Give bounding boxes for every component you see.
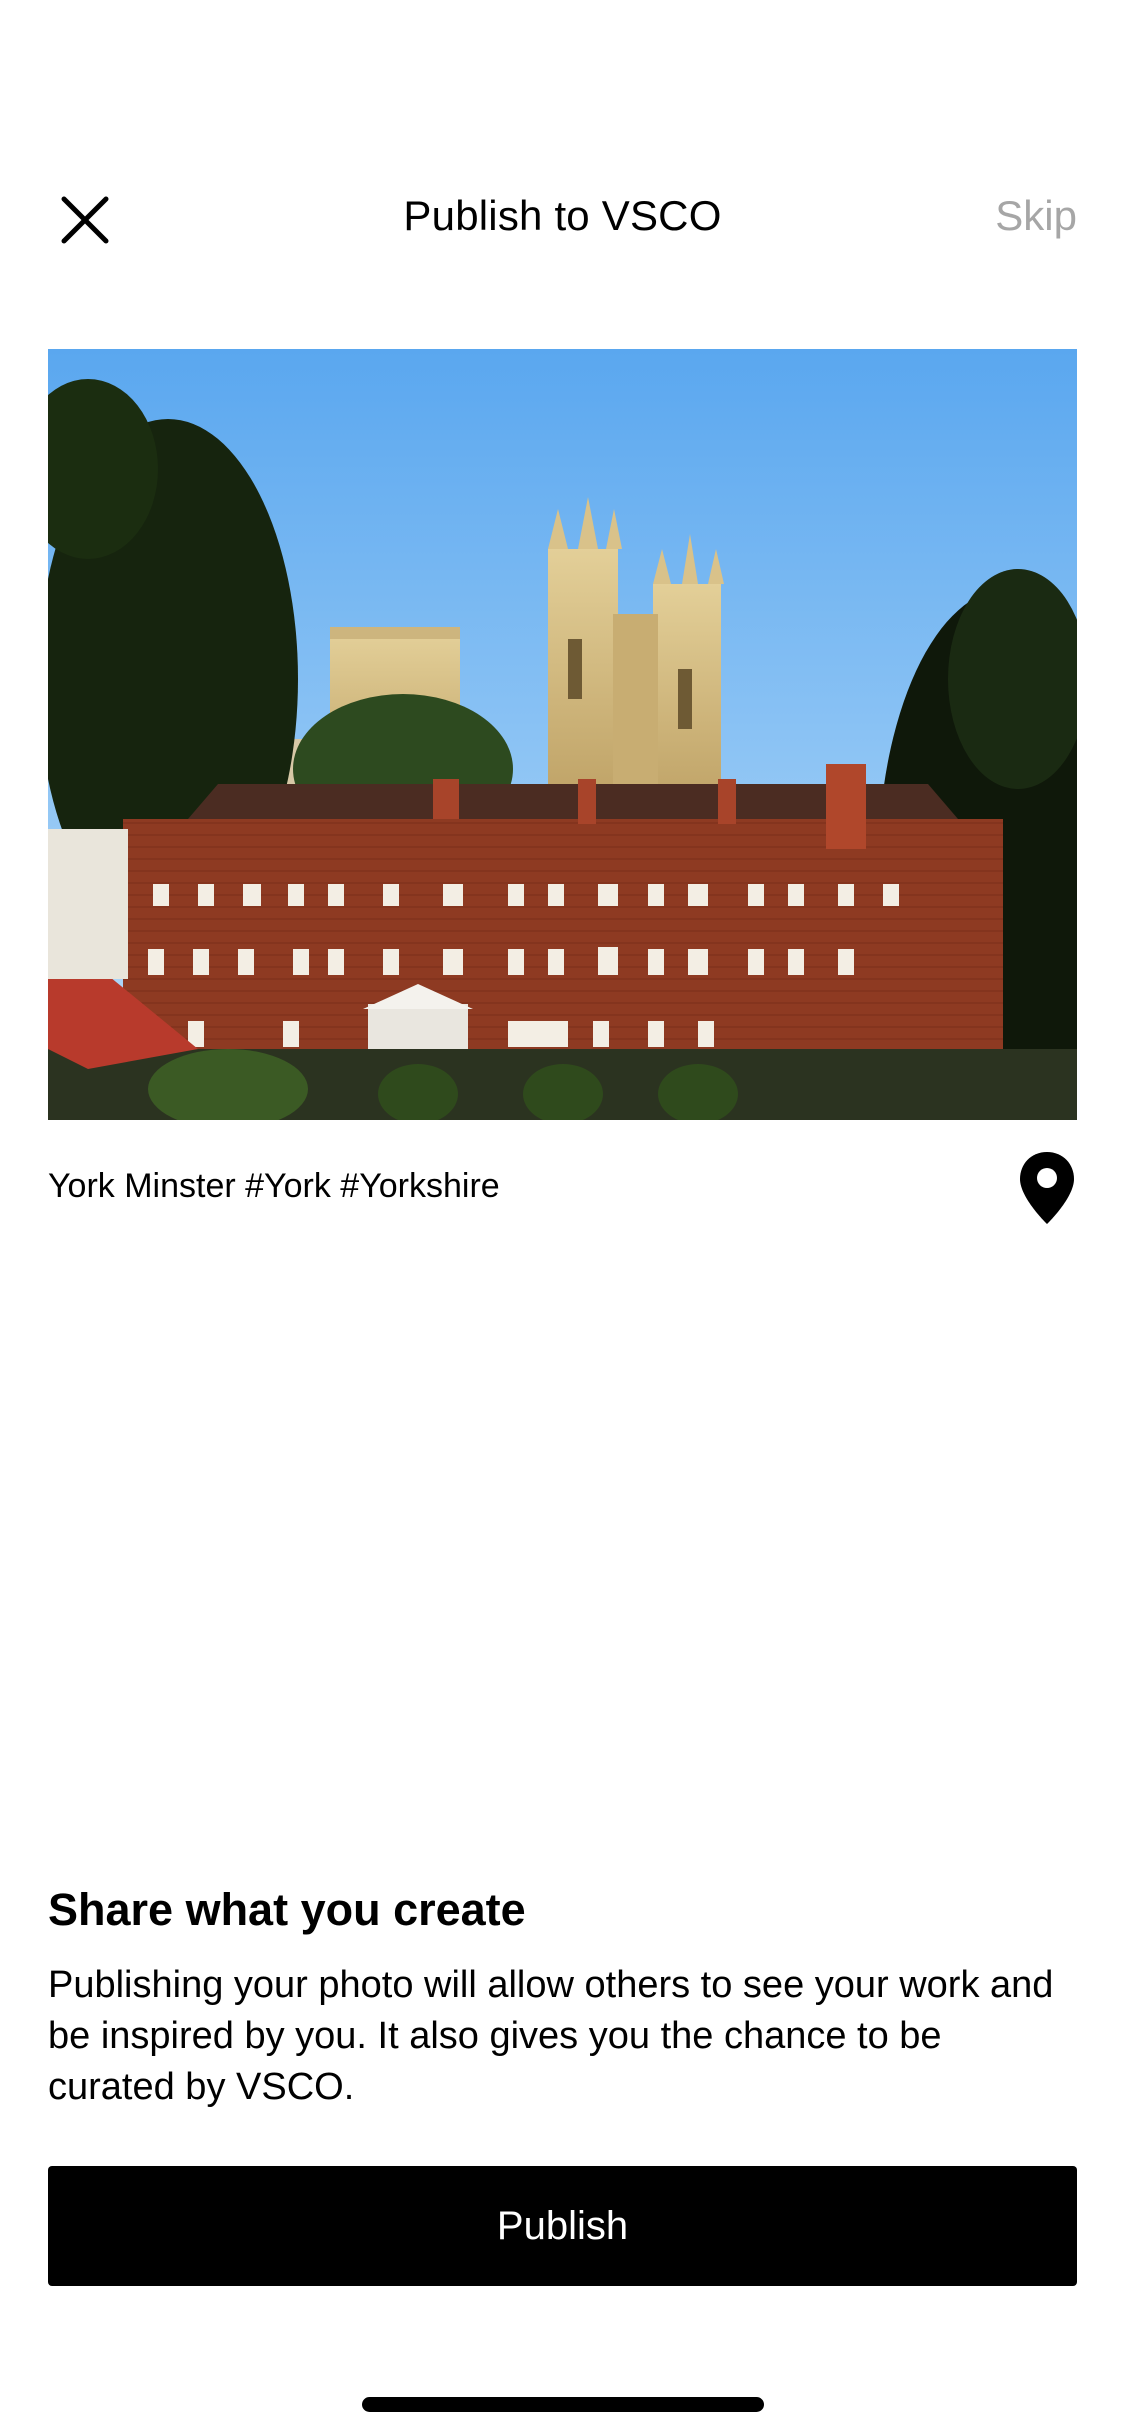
caption-input[interactable]: York Minster #York #Yorkshire [48,1164,500,1208]
location-pin-icon [1020,1152,1074,1224]
skip-button[interactable]: Skip [995,188,1077,244]
header-bar: Publish to VSCO Skip [0,160,1125,270]
home-indicator[interactable] [362,2397,764,2412]
share-info: Share what you create Publishing your ph… [48,1880,1077,2113]
publish-button[interactable]: Publish [48,2166,1077,2286]
photo-preview [48,349,1077,1120]
share-description: Publishing your photo will allow others … [48,1964,1054,2108]
share-heading: Share what you create [48,1884,526,1935]
photo-image [48,349,1077,1120]
location-button[interactable] [1017,1150,1077,1226]
page-title: Publish to VSCO [403,192,722,239]
caption-row: York Minster #York #Yorkshire [48,1150,1077,1230]
